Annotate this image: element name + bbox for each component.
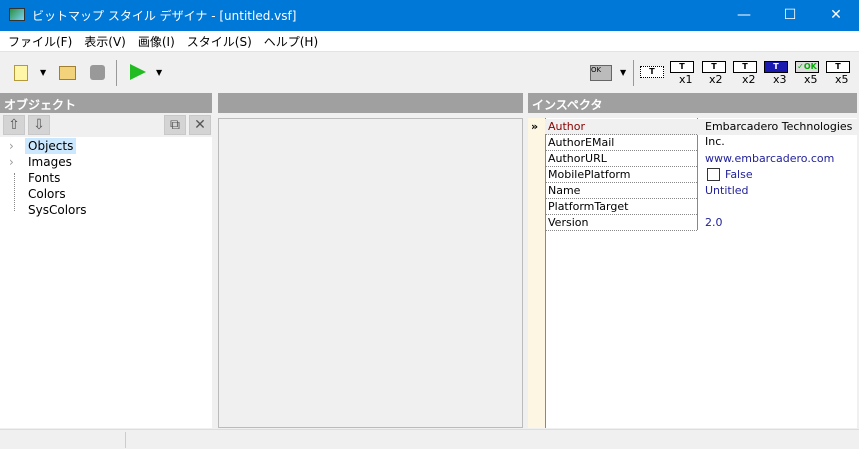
multiplier-1: x1 — [679, 73, 693, 86]
menu-help[interactable]: ヘルプ(H) — [258, 31, 324, 51]
mobileplatform-checkbox[interactable] — [707, 168, 720, 181]
stop-icon[interactable] — [90, 65, 105, 80]
device-button-6[interactable]: ✓OK — [795, 61, 819, 73]
menu-image[interactable]: 画像(I) — [132, 31, 181, 51]
multiplier-2: x2 — [709, 73, 723, 86]
new-file-icon[interactable] — [14, 65, 28, 81]
minimize-button[interactable]: — — [721, 0, 767, 31]
run-dropdown-icon[interactable]: ▼ — [156, 68, 162, 77]
property-row[interactable]: PlatformTarget — [545, 199, 857, 215]
tree-item-fonts[interactable]: Fonts — [28, 171, 60, 185]
new-dropdown-icon[interactable]: ▼ — [40, 68, 46, 77]
multiplier-6: x5 — [835, 73, 849, 86]
menu-style[interactable]: スタイル(S) — [181, 31, 258, 51]
tree-item-objects[interactable]: Objects — [25, 138, 77, 154]
run-icon[interactable] — [130, 64, 146, 80]
status-bar — [0, 429, 859, 449]
menu-view[interactable]: 表示(V) — [78, 31, 132, 51]
delete-button[interactable]: ✕ — [189, 115, 211, 135]
open-folder-icon[interactable] — [59, 66, 76, 80]
property-row[interactable]: MobilePlatform False — [545, 167, 857, 183]
move-down-button[interactable]: ⇩ — [28, 115, 50, 135]
toolbar: ▼ ▼ OK ▼ T T x1 T x2 T x2 T x3 ✓OK x5 T … — [0, 51, 859, 92]
add-control-dropdown-icon[interactable]: ▼ — [620, 68, 626, 77]
expand-icon[interactable]: › — [9, 155, 14, 169]
property-row[interactable]: Version 2.0 — [545, 215, 857, 231]
device-button-7[interactable]: T — [826, 61, 850, 73]
preview-panel-header — [218, 93, 523, 113]
window-title: ビットマップ スタイル デザイナ - [untitled.vsf] — [32, 9, 297, 23]
multiplier-5: x5 — [804, 73, 818, 86]
tree-item-syscolors[interactable]: SysColors — [28, 203, 87, 217]
property-row[interactable]: AuthorURL www.embarcadero.com — [545, 151, 857, 167]
menu-bar: ファイル(F) 表示(V) 画像(I) スタイル(S) ヘルプ(H) — [0, 31, 859, 51]
multiplier-4: x3 — [773, 73, 787, 86]
objects-panel: ⇧ ⇩ ⧉ ✕ › Objects › Images Fonts Colors … — [0, 113, 212, 428]
close-button[interactable]: ✕ — [813, 0, 859, 31]
app-icon — [9, 8, 25, 21]
tree-lines — [14, 173, 24, 211]
expand-icon[interactable]: › — [9, 139, 14, 153]
menu-file[interactable]: ファイル(F) — [2, 31, 78, 51]
device-button-1[interactable]: T — [640, 66, 664, 78]
device-button-2[interactable]: T — [670, 61, 694, 73]
move-up-button[interactable]: ⇧ — [3, 115, 25, 135]
inspector-header: インスペクタ — [528, 93, 857, 113]
objects-panel-header: オブジェクト — [0, 93, 212, 113]
toolbar-separator — [116, 60, 117, 86]
device-button-4[interactable]: T — [733, 61, 757, 73]
duplicate-button[interactable]: ⧉ — [164, 115, 186, 135]
device-button-3[interactable]: T — [702, 61, 726, 73]
maximize-button[interactable]: ☐ — [767, 0, 813, 31]
title-bar: ビットマップ スタイル デザイナ - [untitled.vsf] — ☐ ✕ — [0, 0, 859, 31]
toolbar-separator — [633, 60, 634, 86]
device-button-5[interactable]: T — [764, 61, 788, 73]
tree-item-images[interactable]: Images — [28, 155, 72, 169]
property-row[interactable]: Name Untitled — [545, 183, 857, 199]
multiplier-3: x2 — [742, 73, 756, 86]
add-control-icon[interactable]: OK — [590, 65, 612, 81]
property-row[interactable]: Author Embarcadero Technologies Inc. — [545, 119, 857, 148]
preview-canvas[interactable] — [218, 118, 523, 428]
property-row[interactable]: AuthorEMail — [545, 135, 857, 151]
current-row-indicator-icon: » — [531, 120, 539, 133]
tree-item-colors[interactable]: Colors — [28, 187, 66, 201]
